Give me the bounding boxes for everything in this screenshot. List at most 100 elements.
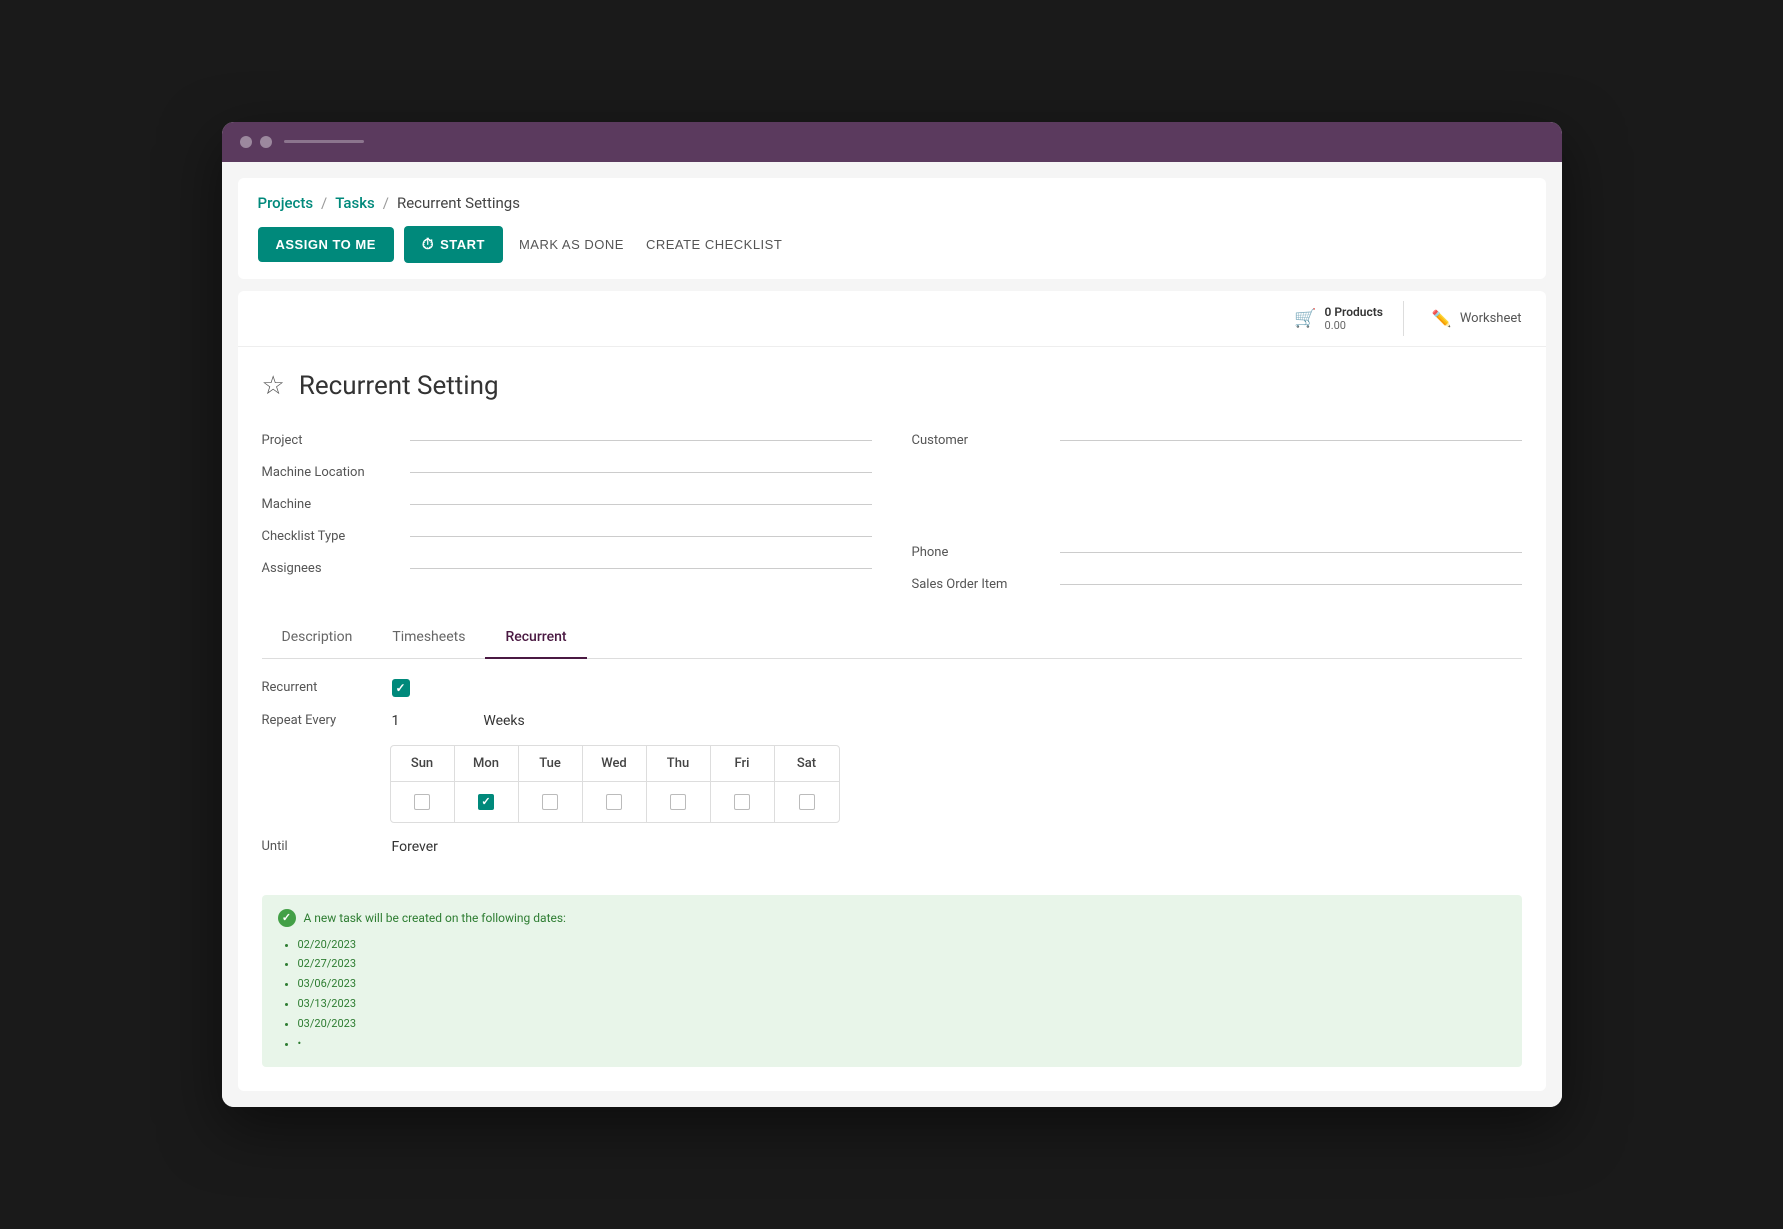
form-header-bar: 🛒 0 Products 0.00 ✏️ Worksheet (238, 291, 1546, 347)
form-body: ☆ Recurrent Setting Project Machine Loca… (238, 347, 1546, 659)
value-customer[interactable] (1060, 440, 1522, 441)
main-content: Projects / Tasks / Recurrent Settings AS… (222, 162, 1562, 1108)
day-cell-sat (775, 782, 839, 822)
day-checkbox-mon[interactable] (478, 794, 494, 810)
breadcrumb-sep-1: / (321, 194, 327, 212)
day-cell-mon (455, 782, 519, 822)
until-value: Forever (392, 839, 438, 855)
days-check-row (391, 782, 839, 822)
form-title-row: ☆ Recurrent Setting (262, 371, 1522, 401)
day-header-thu: Thu (647, 746, 711, 781)
check-circle-icon (278, 909, 296, 927)
worksheet-button[interactable]: ✏️ Worksheet (1424, 305, 1530, 332)
form-fields-grid: Project Machine Location Machine Ch (262, 425, 1522, 601)
tab-description[interactable]: Description (262, 617, 373, 659)
date-item-3: 03/06/2023 (298, 974, 1506, 994)
day-checkbox-thu[interactable] (670, 794, 686, 810)
clock-icon: ⏱ (422, 236, 434, 253)
value-machine-location[interactable] (410, 472, 872, 473)
field-spacer-1 (912, 457, 1522, 497)
day-checkbox-tue[interactable] (542, 794, 558, 810)
day-checkbox-wed[interactable] (606, 794, 622, 810)
recurrent-checkbox[interactable] (392, 679, 410, 697)
tab-timesheets[interactable]: Timesheets (372, 617, 485, 659)
day-cell-thu (647, 782, 711, 822)
until-label: Until (262, 839, 382, 854)
breadcrumb-sep-2: / (383, 194, 389, 212)
value-checklist-type[interactable] (410, 536, 872, 537)
form-title: Recurrent Setting (299, 371, 499, 401)
products-count: 0 Products (1325, 305, 1383, 319)
info-box-header: A new task will be created on the follow… (278, 909, 1506, 927)
day-header-wed: Wed (583, 746, 647, 781)
top-card: Projects / Tasks / Recurrent Settings AS… (238, 178, 1546, 279)
star-icon[interactable]: ☆ (262, 371, 285, 401)
day-header-sat: Sat (775, 746, 839, 781)
mark-as-done-button[interactable]: MARK AS DONE (513, 227, 630, 262)
breadcrumb-current: Recurrent Settings (397, 194, 520, 212)
day-header-mon: Mon (455, 746, 519, 781)
field-customer: Customer (912, 425, 1522, 457)
label-phone: Phone (912, 545, 1052, 560)
field-project: Project (262, 425, 872, 457)
repeat-value[interactable]: 1 (392, 713, 400, 729)
date-item-4: 03/13/2023 (298, 994, 1506, 1014)
start-button[interactable]: ⏱ START (404, 226, 503, 263)
edit-icon: ✏️ (1432, 309, 1452, 328)
app-window: Projects / Tasks / Recurrent Settings AS… (222, 122, 1562, 1108)
day-cell-wed (583, 782, 647, 822)
recurrent-field-label: Recurrent (262, 680, 382, 695)
repeat-unit: Weeks (483, 713, 524, 729)
recurrent-checkbox-row: Recurrent (262, 679, 1522, 697)
info-message: A new task will be created on the follow… (304, 911, 566, 925)
days-header-row: Sun Mon Tue Wed Thu Fri Sat (391, 746, 839, 782)
field-machine: Machine (262, 489, 872, 521)
day-checkbox-fri[interactable] (734, 794, 750, 810)
field-checklist-type: Checklist Type (262, 521, 872, 553)
label-project: Project (262, 433, 402, 448)
info-box: A new task will be created on the follow… (262, 895, 1522, 1068)
breadcrumb-tasks[interactable]: Tasks (335, 194, 375, 212)
value-assignees[interactable] (410, 568, 872, 569)
repeat-every-label: Repeat Every (262, 713, 382, 728)
products-amount: 0.00 (1325, 319, 1383, 332)
date-item-5: 03/20/2023 (298, 1014, 1506, 1034)
until-row: Until Forever (262, 839, 1522, 855)
window-dot-2 (260, 136, 272, 148)
day-checkbox-sun[interactable] (414, 794, 430, 810)
create-checklist-button[interactable]: CREATE CHECKLIST (640, 227, 788, 262)
day-header-fri: Fri (711, 746, 775, 781)
breadcrumb-projects[interactable]: Projects (258, 194, 314, 212)
breadcrumb: Projects / Tasks / Recurrent Settings (258, 194, 1526, 212)
tabs: Description Timesheets Recurrent (262, 617, 1522, 659)
day-header-tue: Tue (519, 746, 583, 781)
value-project[interactable] (410, 440, 872, 441)
label-customer: Customer (912, 433, 1052, 448)
field-assignees: Assignees (262, 553, 872, 585)
assign-to-me-button[interactable]: ASSIGN TO ME (258, 227, 394, 262)
value-phone[interactable] (1060, 552, 1522, 553)
label-checklist-type: Checklist Type (262, 529, 402, 544)
value-machine[interactable] (410, 504, 872, 505)
products-button[interactable]: 🛒 0 Products 0.00 (1286, 301, 1404, 336)
day-cell-sun (391, 782, 455, 822)
tab-recurrent[interactable]: Recurrent (485, 617, 586, 659)
day-cell-fri (711, 782, 775, 822)
date-list: 02/20/2023 02/27/2023 03/06/2023 03/13/2… (278, 935, 1506, 1054)
label-machine-location: Machine Location (262, 465, 402, 480)
field-sales-order-item: Sales Order Item (912, 569, 1522, 601)
label-sales-order-item: Sales Order Item (912, 577, 1052, 592)
label-assignees: Assignees (262, 561, 402, 576)
recurrent-section: Recurrent Repeat Every 1 Weeks Sun Mon (238, 679, 1546, 895)
value-sales-order-item[interactable] (1060, 584, 1522, 585)
toolbar: ASSIGN TO ME ⏱ START MARK AS DONE CREATE… (258, 226, 1526, 263)
fields-right: Customer Phone Sales Order Item (912, 425, 1522, 601)
titlebar-decoration (284, 140, 364, 143)
cart-icon: 🛒 (1294, 308, 1316, 329)
day-checkbox-sat[interactable] (799, 794, 815, 810)
field-spacer-2 (912, 497, 1522, 537)
field-phone: Phone (912, 537, 1522, 569)
start-label: START (440, 237, 485, 252)
date-item-2: 02/27/2023 (298, 954, 1506, 974)
form-card: 🛒 0 Products 0.00 ✏️ Worksheet ☆ Recurre… (238, 291, 1546, 1092)
